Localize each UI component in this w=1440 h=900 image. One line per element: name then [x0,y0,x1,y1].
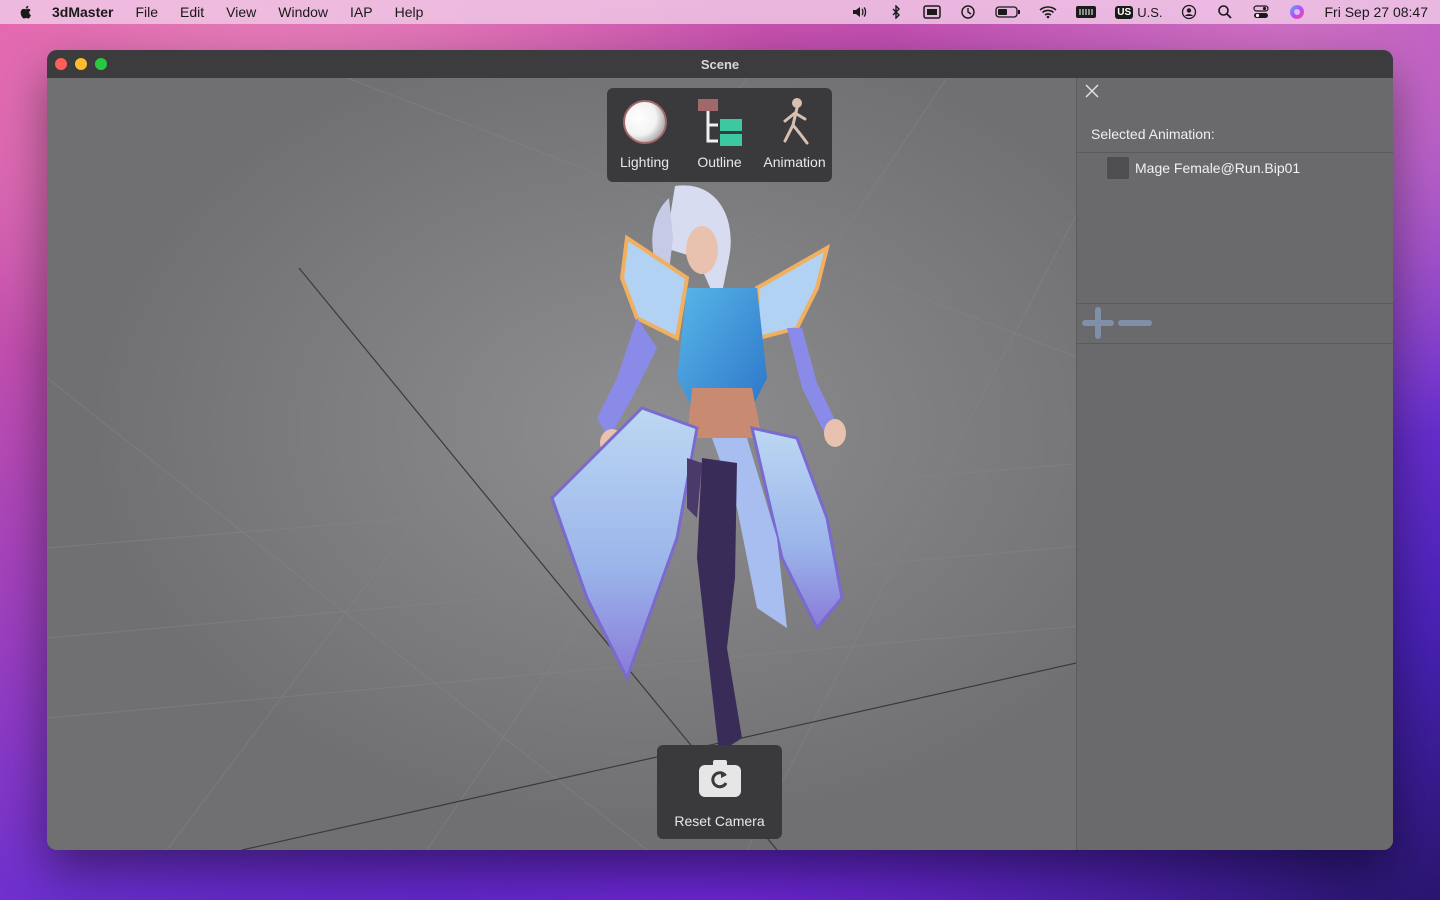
panel-divider [1077,343,1393,344]
menu-edit[interactable]: Edit [180,4,204,20]
input-source[interactable]: US U.S. [1115,5,1162,20]
character-model[interactable] [497,178,857,768]
animation-checkbox[interactable] [1107,157,1129,179]
reset-camera-button[interactable]: Reset Camera [657,745,782,839]
view-toolbar: Lighting Outline Animation [607,88,832,182]
menu-iap[interactable]: IAP [350,4,373,20]
menu-window[interactable]: Window [278,4,328,20]
animation-panel: Selected Animation: Mage Female@Run.Bip0… [1076,78,1393,850]
bluetooth-icon[interactable] [887,5,905,19]
add-animation-icon[interactable] [1081,306,1115,340]
animation-figure-icon [783,98,808,145]
menu-help[interactable]: Help [395,4,424,20]
menu-view[interactable]: View [226,4,256,20]
control-center-icon[interactable] [1252,5,1270,19]
battery-icon[interactable] [995,5,1021,19]
lighting-sphere-icon [622,100,667,144]
input-source-label: U.S. [1137,4,1163,20]
camera-reset-icon [698,760,741,797]
reset-camera-label: Reset Camera [674,813,765,829]
siri-icon[interactable] [1288,5,1306,19]
outline-tree-icon [697,99,742,146]
animation-label: Animation [763,154,826,170]
outline-button[interactable]: Outline [683,96,757,170]
menu-app-name[interactable]: 3dMaster [52,4,113,20]
apple-menu-icon[interactable] [18,4,34,20]
remove-animation-icon[interactable] [1117,306,1153,340]
lighting-button[interactable]: Lighting [608,96,682,170]
animation-name: Mage Female@Run.Bip01 [1135,160,1301,176]
keyboard-brightness-icon[interactable] [1075,5,1097,19]
panel-divider [1077,152,1393,153]
outline-label: Outline [697,154,742,170]
panel-divider [1077,303,1393,304]
time-machine-icon[interactable] [959,5,977,19]
menu-bar: 3dMaster File Edit View Window IAP Help … [0,0,1440,24]
input-source-badge: US [1115,5,1134,19]
selected-animation-heading: Selected Animation: [1091,126,1215,142]
animation-button[interactable]: Animation [758,96,832,170]
title-bar[interactable]: Scene [47,50,1393,79]
window-close-button[interactable] [55,58,67,70]
wifi-icon[interactable] [1039,5,1057,19]
panel-close-icon[interactable] [1083,82,1101,100]
window-title: Scene [700,56,740,72]
user-account-icon[interactable] [1180,4,1198,20]
menu-file[interactable]: File [135,4,158,20]
lighting-label: Lighting [619,154,670,170]
scene-window: Scene Lighting Outline Animation Reset C… [47,50,1393,850]
window-zoom-button[interactable] [95,58,107,70]
menubar-clock[interactable]: Fri Sep 27 08:47 [1324,4,1428,20]
spotlight-search-icon[interactable] [1216,5,1234,19]
display-icon[interactable] [923,5,942,19]
window-minimize-button[interactable] [75,58,87,70]
animation-list-item[interactable]: Mage Female@Run.Bip01 [1107,156,1300,180]
volume-icon[interactable] [851,5,869,19]
